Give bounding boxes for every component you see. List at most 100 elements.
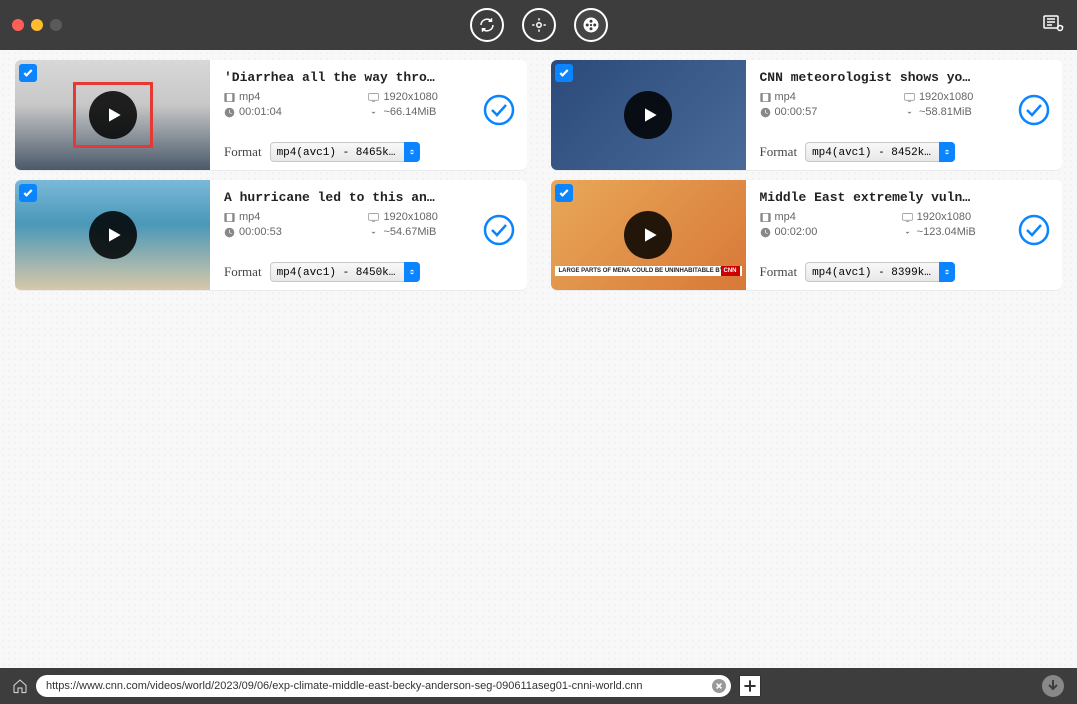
url-input[interactable] <box>36 675 731 697</box>
film-icon <box>760 212 771 223</box>
check-circle-icon <box>483 94 515 126</box>
film-reel-icon <box>582 16 600 34</box>
video-title: A hurricane led to this an… <box>224 190 515 205</box>
video-duration: 00:02:00 <box>760 226 892 238</box>
bottombar <box>0 668 1077 704</box>
video-thumbnail[interactable] <box>551 180 746 290</box>
video-title: Middle East extremely vuln… <box>760 190 1051 205</box>
content-area: 'Diarrhea all the way thro… mp4 1920x108… <box>0 50 1077 668</box>
movies-button[interactable] <box>574 8 608 42</box>
url-clear-button[interactable] <box>712 679 726 693</box>
video-card: Middle East extremely vuln… mp4 1920x108… <box>551 180 1063 290</box>
download-size-icon <box>902 227 913 238</box>
video-thumbnail[interactable] <box>15 180 210 290</box>
video-title: CNN meteorologist shows yo… <box>760 70 1051 85</box>
play-icon <box>640 105 660 125</box>
play-button[interactable] <box>89 211 137 259</box>
home-icon <box>12 678 28 694</box>
download-icon <box>1041 674 1065 698</box>
video-duration: 00:01:04 <box>224 106 358 118</box>
maximize-window-button[interactable] <box>50 19 62 31</box>
format-select[interactable]: mp4(avc1) - 8450k 192… <box>270 262 420 282</box>
video-format: mp4 <box>224 91 358 103</box>
status-check <box>483 94 515 126</box>
monitor-icon <box>368 92 379 103</box>
refresh-icon <box>478 16 496 34</box>
format-label: Format <box>760 144 798 160</box>
format-label: Format <box>760 264 798 280</box>
video-info: 'Diarrhea all the way thro… mp4 1920x108… <box>210 60 527 170</box>
check-icon <box>558 67 570 79</box>
status-check <box>483 214 515 246</box>
url-input-wrap <box>36 675 731 697</box>
check-circle-icon <box>1018 94 1050 126</box>
clock-icon <box>224 227 235 238</box>
minimize-window-button[interactable] <box>31 19 43 31</box>
window-controls <box>12 19 62 31</box>
format-row: Format mp4(avc1) - 8452k 192… <box>760 142 1051 162</box>
download-size-icon <box>368 107 379 118</box>
download-size-icon <box>904 107 915 118</box>
monitor-icon <box>902 212 913 223</box>
video-thumbnail[interactable] <box>551 60 746 170</box>
play-button[interactable] <box>624 91 672 139</box>
selected-checkbox[interactable] <box>19 64 37 82</box>
film-icon <box>760 92 771 103</box>
format-select[interactable]: mp4(avc1) - 8452k 192… <box>805 142 955 162</box>
download-size-icon <box>368 227 379 238</box>
home-button[interactable] <box>12 678 28 694</box>
play-button[interactable] <box>624 211 672 259</box>
video-duration: 00:00:53 <box>224 226 358 238</box>
status-check <box>1018 214 1050 246</box>
video-duration: 00:00:57 <box>760 106 894 118</box>
format-row: Format mp4(avc1) - 8465k 192… <box>224 142 515 162</box>
close-icon <box>715 682 723 690</box>
check-circle-icon <box>483 214 515 246</box>
format-select[interactable]: mp4(avc1) - 8399k 192… <box>805 262 955 282</box>
sync-icon <box>530 16 548 34</box>
play-icon <box>640 225 660 245</box>
toolbar-center <box>470 8 608 42</box>
clock-icon <box>760 107 771 118</box>
selected-checkbox[interactable] <box>555 64 573 82</box>
video-thumbnail[interactable] <box>15 60 210 170</box>
video-card: CNN meteorologist shows yo… mp4 1920x108… <box>551 60 1063 170</box>
monitor-icon <box>368 212 379 223</box>
video-grid: 'Diarrhea all the way thro… mp4 1920x108… <box>15 60 1062 290</box>
video-format: mp4 <box>224 211 358 223</box>
format-select[interactable]: mp4(avc1) - 8465k 192… <box>270 142 420 162</box>
video-title: 'Diarrhea all the way thro… <box>224 70 515 85</box>
close-window-button[interactable] <box>12 19 24 31</box>
video-format: mp4 <box>760 91 894 103</box>
play-button[interactable] <box>89 91 137 139</box>
video-card: 'Diarrhea all the way thro… mp4 1920x108… <box>15 60 527 170</box>
selected-checkbox[interactable] <box>555 184 573 202</box>
refresh-button[interactable] <box>470 8 504 42</box>
play-icon <box>104 225 124 245</box>
download-button[interactable] <box>1041 674 1065 698</box>
titlebar <box>0 0 1077 50</box>
format-row: Format mp4(avc1) - 8399k 192… <box>760 262 1051 282</box>
check-icon <box>22 67 34 79</box>
format-label: Format <box>224 264 262 280</box>
film-icon <box>224 92 235 103</box>
video-info: Middle East extremely vuln… mp4 1920x108… <box>746 180 1063 290</box>
clock-icon <box>224 107 235 118</box>
check-circle-icon <box>1018 214 1050 246</box>
clock-icon <box>760 227 771 238</box>
monitor-icon <box>904 92 915 103</box>
video-info: A hurricane led to this an… mp4 1920x108… <box>210 180 527 290</box>
export-icon <box>1041 11 1065 35</box>
video-info: CNN meteorologist shows yo… mp4 1920x108… <box>746 60 1063 170</box>
status-check <box>1018 94 1050 126</box>
check-icon <box>558 187 570 199</box>
add-url-button[interactable] <box>739 675 761 697</box>
film-icon <box>224 212 235 223</box>
selected-checkbox[interactable] <box>19 184 37 202</box>
sync-button[interactable] <box>522 8 556 42</box>
export-button[interactable] <box>1041 11 1065 40</box>
plus-icon <box>742 678 758 694</box>
format-label: Format <box>224 144 262 160</box>
check-icon <box>22 187 34 199</box>
play-icon <box>104 105 124 125</box>
